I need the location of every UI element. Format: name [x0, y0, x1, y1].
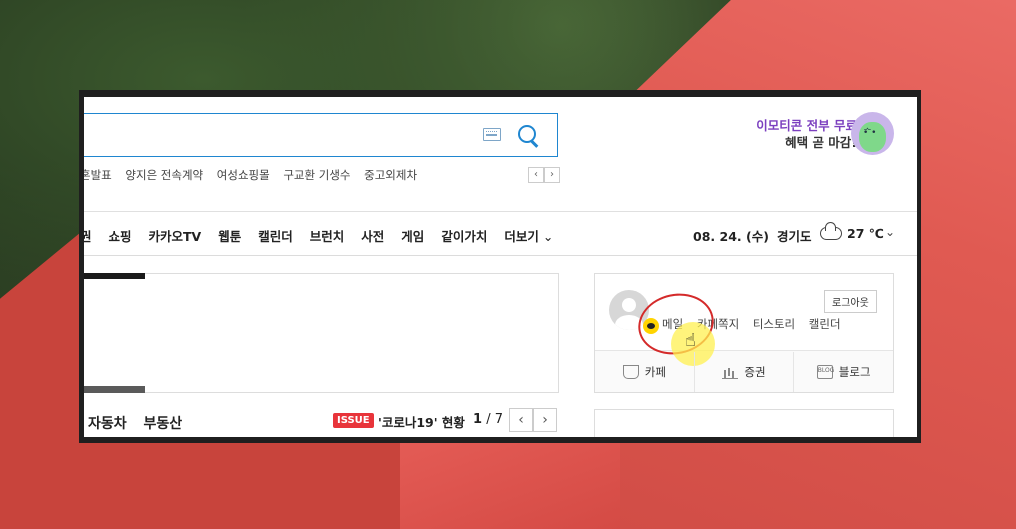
- issue-headline[interactable]: '코로나19' 현황: [378, 412, 465, 431]
- trend-item[interactable]: 구교환 기생수: [283, 168, 350, 182]
- current-date: 08. 24. (수): [693, 229, 769, 244]
- promo-line-1: 이모티콘 전부 무료: [756, 118, 857, 133]
- issue-next-button[interactable]: ›: [533, 408, 557, 432]
- issue-prev-button[interactable]: ‹: [509, 408, 533, 432]
- nav-item-dictionary[interactable]: 사전: [361, 226, 384, 245]
- issue-pager-count: 1 / 7: [473, 412, 503, 427]
- trend-item[interactable]: 중고외제차: [364, 168, 417, 182]
- search-icon[interactable]: [518, 125, 536, 143]
- news-content-box: [84, 273, 559, 393]
- nav-item[interactable]: 권: [84, 226, 92, 245]
- service-nav: 권 쇼핑 카카오TV 웹툰 캘린더 브런치 사전 게임 같이가치 더보기: [84, 226, 570, 245]
- trend-prev-button[interactable]: ‹: [528, 167, 544, 183]
- trend-item[interactable]: 양지은 전속계약: [125, 168, 203, 182]
- trend-item[interactable]: 여성쇼핑몰: [217, 168, 270, 182]
- side-content-box: [594, 409, 894, 437]
- chart-icon: [722, 365, 739, 379]
- quick-link-blog[interactable]: BLOG 블로그: [794, 352, 893, 392]
- category-car[interactable]: 자동차: [88, 416, 127, 432]
- link-calendar[interactable]: 캘린더: [809, 317, 841, 331]
- nav-item-game[interactable]: 게임: [401, 226, 424, 245]
- nav-item-calendar[interactable]: 캘린더: [258, 226, 293, 245]
- promo-line-2: 혜택 곧 마감!: [785, 135, 857, 150]
- nav-item-kakaotv[interactable]: 카카오TV: [149, 226, 202, 245]
- search-input[interactable]: [84, 113, 558, 157]
- trend-pager: ‹ ›: [528, 167, 560, 183]
- nav-item-shopping[interactable]: 쇼핑: [109, 226, 132, 245]
- login-profile: 로그아웃 메일 카페쪽지 티스토리 캘린더 ☝: [595, 274, 893, 366]
- emoticon-character-icon[interactable]: [851, 112, 894, 155]
- trend-item[interactable]: 혼발표: [84, 168, 112, 182]
- quick-links: 카페 증권 BLOG 블로그: [595, 352, 893, 392]
- trending-keywords: 혼발표 양지은 전속계약 여성쇼핑몰 구교환 기생수 중고외제차: [84, 167, 427, 183]
- divider: [84, 255, 917, 256]
- hand-cursor-icon: ☝: [685, 330, 696, 351]
- login-panel: 로그아웃 메일 카페쪽지 티스토리 캘린더 ☝ 카페 증권 BLOG 블로그: [594, 273, 894, 393]
- nav-item-webtoon[interactable]: 웹툰: [218, 226, 241, 245]
- quick-link-label: 증권: [744, 365, 766, 379]
- news-categories: 자동차 부동산: [88, 413, 194, 433]
- daum-portal-page: 혼발표 양지은 전속계약 여성쇼핑몰 구교환 기생수 중고외제차 ‹ › 이모티…: [84, 97, 917, 437]
- emoticon-promo[interactable]: 이모티콘 전부 무료 혜택 곧 마감!: [756, 117, 857, 151]
- category-realestate[interactable]: 부동산: [144, 416, 183, 432]
- weather-region[interactable]: 경기도: [777, 226, 812, 245]
- issue-pager-buttons: ‹ ›: [509, 408, 557, 432]
- cup-icon: [622, 365, 639, 379]
- quick-link-stock[interactable]: 증권: [695, 352, 795, 392]
- nav-item-more[interactable]: 더보기: [504, 226, 553, 245]
- issue-page-current: 1: [473, 412, 483, 427]
- link-tistory[interactable]: 티스토리: [753, 317, 795, 331]
- news-thumbnail[interactable]: [84, 386, 145, 393]
- nav-item-gachi[interactable]: 같이가치: [441, 226, 487, 245]
- nav-item-brunch[interactable]: 브런치: [310, 226, 345, 245]
- issue-page-total: / 7: [486, 412, 503, 427]
- issue-badge: ISSUE: [333, 413, 374, 428]
- quick-link-label: 카페: [644, 365, 666, 379]
- quick-link-cafe[interactable]: 카페: [595, 352, 695, 392]
- trend-next-button[interactable]: ›: [544, 167, 560, 183]
- divider: [84, 211, 917, 212]
- monitor-frame: 혼발표 양지은 전속계약 여성쇼핑몰 구교환 기생수 중고외제차 ‹ › 이모티…: [79, 90, 921, 443]
- weather-temperature[interactable]: 27 ℃: [847, 226, 884, 241]
- blog-icon: BLOG: [816, 365, 834, 379]
- cloud-icon: [820, 222, 842, 240]
- chevron-down-icon[interactable]: ⌄: [885, 225, 895, 239]
- news-thumbnail[interactable]: [84, 273, 145, 279]
- keyboard-icon[interactable]: [483, 128, 501, 141]
- logout-button[interactable]: 로그아웃: [824, 290, 877, 313]
- quick-link-label: 블로그: [838, 365, 871, 379]
